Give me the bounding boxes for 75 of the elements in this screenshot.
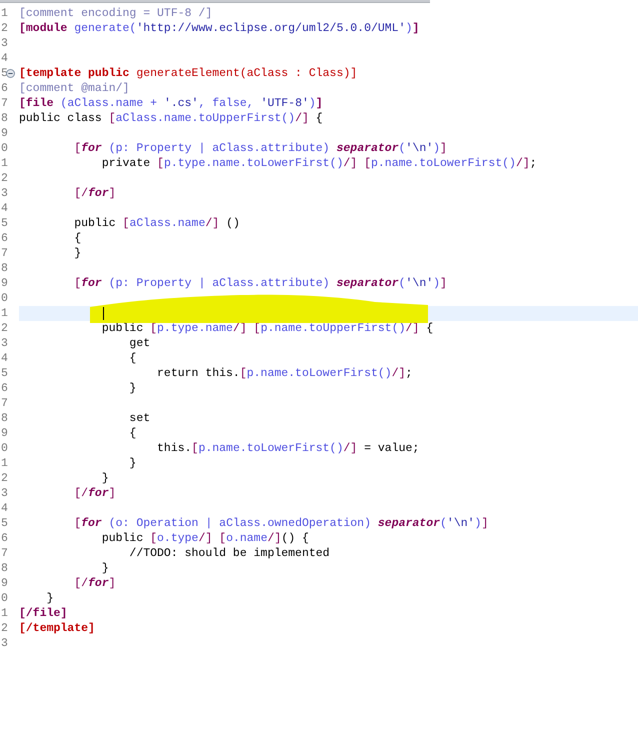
line-number: 7 <box>0 247 8 260</box>
line-number: 1 <box>0 7 8 20</box>
code-line: [module generate('http://www.eclipse.org/uml2/5.0.0/UML')] <box>19 21 420 36</box>
line-number: 4 <box>0 202 8 215</box>
code-line: [for (p: Property | aClass.attribute) separator('\n')] <box>73 276 447 291</box>
code-line: return this.[p.name.toLowerFirst()/]; <box>156 366 412 381</box>
line-number: 5 <box>0 367 8 380</box>
code-line: [template public generateElement(aClass : Class)] <box>19 66 358 81</box>
line-number: 4 <box>0 52 8 65</box>
code-line: { <box>128 351 136 366</box>
line-number: 2 <box>0 622 8 635</box>
code-line: [/file] <box>19 606 68 621</box>
line-number: 7 <box>0 97 8 110</box>
line-number: 6 <box>0 532 8 545</box>
line-number: 9 <box>0 577 8 590</box>
line-number: 4 <box>0 352 8 365</box>
code-line: } <box>100 561 109 576</box>
text-cursor <box>103 307 104 320</box>
code-line: [for (p: Property | aClass.attribute) separator('\n')] <box>73 141 447 156</box>
code-line: get <box>128 336 150 351</box>
line-number: 3 <box>0 487 8 500</box>
code-line: [/for] <box>73 186 116 201</box>
line-number: 7 <box>0 397 8 410</box>
line-number: 9 <box>0 127 8 140</box>
code-line: [for (o: Operation | aClass.ownedOperation) separator('\n')] <box>73 516 488 531</box>
code-line: [/template] <box>19 621 95 636</box>
line-number: 3 <box>0 37 8 50</box>
line-number: 7 <box>0 547 8 560</box>
line-number: 3 <box>0 337 8 350</box>
code-line: } <box>46 591 54 606</box>
line-number: 5 <box>0 217 8 230</box>
line-number: 8 <box>0 112 8 125</box>
line-number: 0 <box>0 142 8 155</box>
code-line: } <box>128 456 136 471</box>
code-line: [comment encoding = UTF-8 /] <box>19 6 212 21</box>
line-number: 2 <box>0 322 8 335</box>
line-number: 2 <box>0 472 8 485</box>
line-number: 0 <box>0 592 8 605</box>
line-number: 9 <box>0 277 8 290</box>
code-line: } <box>128 381 136 396</box>
line-number: 2 <box>0 22 8 35</box>
line-number: 6 <box>0 232 8 245</box>
collapse-icon[interactable] <box>6 69 15 78</box>
line-number: 6 <box>0 382 8 395</box>
code-line: } <box>73 246 82 261</box>
code-line: private [p.type.name.toLowerFirst()/] [p.name.toLowerFirst()/]; <box>100 156 537 171</box>
line-number: 1 <box>0 607 8 620</box>
line-number: 2 <box>0 172 8 185</box>
line-number: 0 <box>0 292 8 305</box>
line-number: 1 <box>0 457 8 470</box>
code-line: this.[p.name.toLowerFirst()/] = value; <box>156 441 420 456</box>
line-number: 8 <box>0 562 8 575</box>
line-number: 8 <box>0 412 8 425</box>
code-line: //TODO: should be implemented <box>128 546 330 561</box>
code-line: } <box>100 471 109 486</box>
line-number: 3 <box>0 187 8 200</box>
line-number: 8 <box>0 262 8 275</box>
code-line: [file (aClass.name + '.cs', false, 'UTF-8')] <box>19 96 323 111</box>
line-number: 9 <box>0 427 8 440</box>
code-line: set <box>128 411 150 426</box>
code-line: [/for] <box>73 486 116 501</box>
line-number: 6 <box>0 82 8 95</box>
code-line: public class [aClass.name.toUpperFirst()/] { <box>19 111 323 126</box>
code-line: { <box>128 426 136 441</box>
line-number: 1 <box>0 307 8 320</box>
line-number: 5 <box>0 517 8 530</box>
code-line: [/for] <box>73 576 116 591</box>
line-number: 4 <box>0 502 8 515</box>
line-number: 3 <box>0 637 8 650</box>
code-line: { <box>73 231 82 246</box>
code-line: public [o.type/] [o.name/]() { <box>100 531 309 546</box>
code-line: public [aClass.name/] () <box>73 216 240 231</box>
line-number: 0 <box>0 442 8 455</box>
code-line: [comment @main/] <box>19 81 130 96</box>
line-number: 1 <box>0 157 8 170</box>
